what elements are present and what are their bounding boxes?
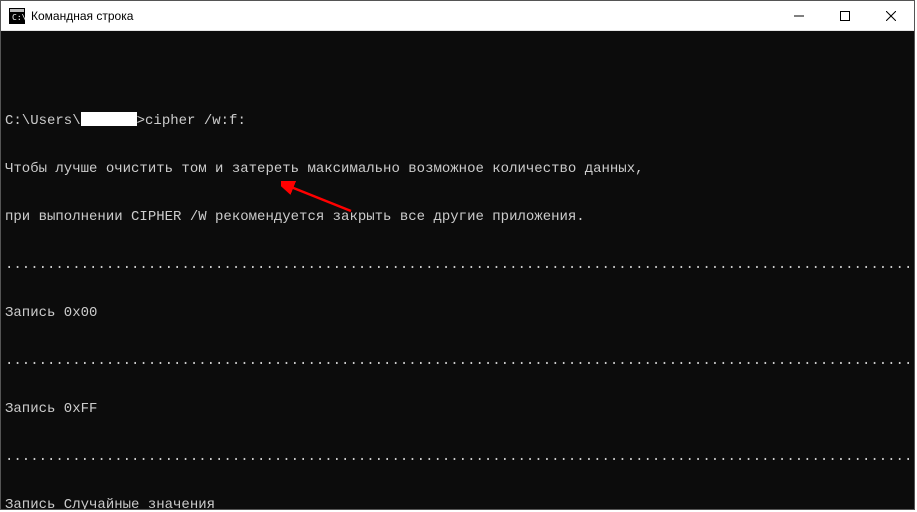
svg-text:C:\: C:\: [12, 13, 25, 22]
console-area[interactable]: C:\Users\ >cipher /w:f: Чтобы лучше очист…: [1, 31, 914, 509]
console-write-0xFF: Запись 0xFF: [5, 401, 910, 417]
console-output-line-2: при выполнении CIPHER /W рекомендуется з…: [5, 209, 910, 225]
console-write-random: Запись Случайные значения: [5, 497, 910, 509]
console-line-prompt-cmd: C:\Users\ >cipher /w:f:: [5, 113, 910, 129]
cmd-icon: C:\: [9, 8, 25, 24]
command-prompt-window: C:\ Командная строка C:\Users\ >cipher /w…: [0, 0, 915, 510]
typed-command: cipher /w:f:: [145, 113, 246, 129]
console-write-0x00: Запись 0x00: [5, 305, 910, 321]
console-line-blank-top: [5, 65, 910, 81]
window-controls: [776, 1, 914, 30]
maximize-button[interactable]: [822, 1, 868, 30]
titlebar[interactable]: C:\ Командная строка: [1, 1, 914, 31]
console-output-line-1: Чтобы лучше очистить том и затереть макс…: [5, 161, 910, 177]
console-progress-dots-1: ........................................…: [5, 257, 910, 273]
window-title: Командная строка: [31, 9, 776, 23]
redacted-username: [81, 112, 137, 126]
console-progress-dots-3: ........................................…: [5, 449, 910, 465]
console-progress-dots-2: ........................................…: [5, 353, 910, 369]
prompt-prefix: C:\Users\: [5, 113, 81, 129]
close-button[interactable]: [868, 1, 914, 30]
prompt-suffix: >: [137, 113, 145, 129]
minimize-button[interactable]: [776, 1, 822, 30]
